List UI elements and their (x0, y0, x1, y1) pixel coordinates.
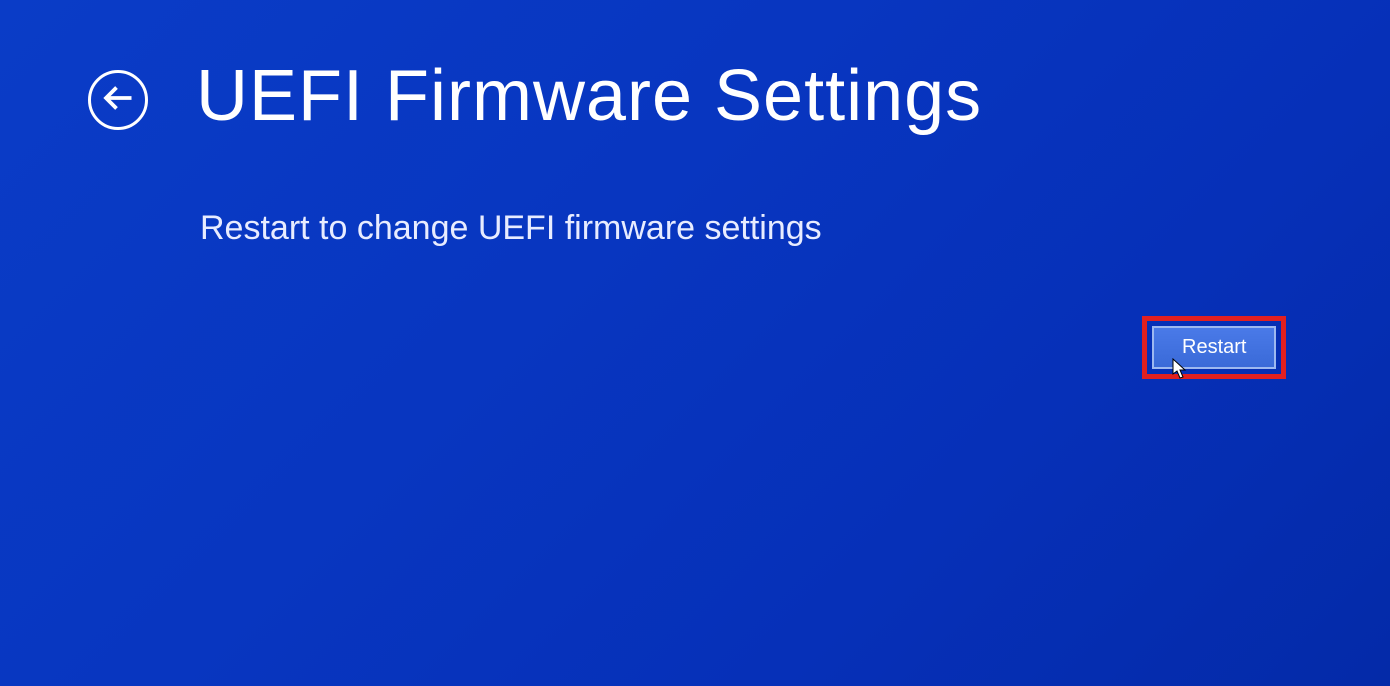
page-title: UEFI Firmware Settings (196, 55, 982, 137)
page-header: UEFI Firmware Settings (0, 0, 1390, 137)
restart-button[interactable]: Restart (1152, 326, 1276, 369)
back-button[interactable] (88, 70, 148, 130)
highlight-box: Restart (1142, 316, 1286, 379)
description-text: Restart to change UEFI firmware settings (0, 137, 1390, 248)
arrow-left-icon (100, 80, 136, 121)
button-container: Restart (1142, 316, 1286, 379)
